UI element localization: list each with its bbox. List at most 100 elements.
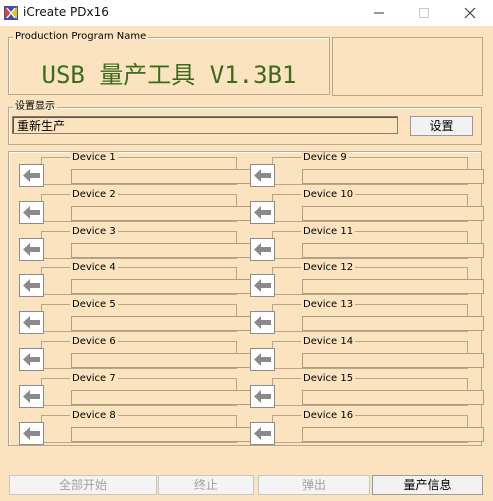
production-program-group: Production Program Name USB 量产工具 V1.3B1 <box>8 31 330 95</box>
settings-legend: 设置显示 <box>15 101 55 112</box>
device-arrow-button[interactable] <box>19 164 44 187</box>
minimize-icon <box>374 12 384 14</box>
device-slot: Device 5 <box>19 299 253 335</box>
device-arrow-button[interactable] <box>250 274 275 298</box>
device-status-field <box>302 242 484 258</box>
device-group: Device 7 <box>41 372 253 406</box>
device-status-field <box>71 279 253 295</box>
device-status-field <box>71 242 253 258</box>
device-status-field <box>71 316 253 332</box>
device-arrow-button[interactable] <box>250 348 275 371</box>
device-arrow-button[interactable] <box>19 384 44 408</box>
arrow-left-icon <box>23 279 40 293</box>
device-slot: Device 13 <box>250 299 484 335</box>
device-group: Device 1 <box>41 152 253 185</box>
device-label: Device 8 <box>70 409 118 422</box>
close-button[interactable] <box>447 0 493 26</box>
device-arrow-button[interactable] <box>19 237 44 261</box>
arrow-left-icon <box>254 169 271 182</box>
arrow-left-icon <box>254 353 271 366</box>
device-status-field <box>302 353 484 368</box>
device-group: Device 9 <box>272 152 484 185</box>
device-arrow-button[interactable] <box>250 384 275 408</box>
arrow-left-icon <box>254 279 271 293</box>
device-group: Device 4 <box>41 262 253 296</box>
device-status-field <box>302 169 484 184</box>
device-label: Device 10 <box>301 188 356 201</box>
device-group: Device 12 <box>272 262 484 296</box>
device-group: Device 2 <box>41 188 253 222</box>
device-slot: Device 12 <box>250 262 484 298</box>
device-slot: Device 9 <box>250 152 484 187</box>
device-slot: Device 7 <box>19 372 253 408</box>
arrow-left-icon <box>23 389 40 403</box>
device-label: Device 12 <box>301 262 356 275</box>
device-label: Device 11 <box>301 225 356 238</box>
settings-button[interactable]: 设置 <box>410 116 473 136</box>
device-group: Device 13 <box>272 299 484 333</box>
arrow-left-icon <box>254 205 271 219</box>
device-arrow-button[interactable] <box>250 311 275 335</box>
device-label: Device 2 <box>70 188 118 201</box>
arrow-left-icon <box>23 353 40 366</box>
arrow-left-icon <box>23 242 40 256</box>
device-label: Device 14 <box>301 336 356 348</box>
app-window: iCreate PDx16 Production Program Name US… <box>0 0 493 501</box>
device-status-field <box>71 205 253 221</box>
device-group: Device 5 <box>41 299 253 333</box>
device-arrow-button[interactable] <box>19 421 44 445</box>
eject-button[interactable]: 弹出 <box>258 475 370 495</box>
device-arrow-button[interactable] <box>19 274 44 298</box>
start-all-button[interactable]: 全部开始 <box>9 475 157 495</box>
device-label: Device 6 <box>70 336 118 348</box>
device-status-field <box>302 279 484 295</box>
device-group: Device 10 <box>272 188 484 222</box>
device-slot: Device 8 <box>19 409 253 445</box>
device-label: Device 5 <box>70 299 118 312</box>
maximize-button[interactable] <box>401 0 447 26</box>
device-status-field <box>71 169 253 184</box>
device-status-field <box>71 353 253 368</box>
arrow-left-icon <box>254 389 271 403</box>
device-arrow-button[interactable] <box>250 237 275 261</box>
settings-display-field: 重新生产 <box>12 116 398 134</box>
device-status-field <box>302 316 484 332</box>
device-arrow-button[interactable] <box>250 421 275 445</box>
device-arrow-button[interactable] <box>19 200 44 224</box>
arrow-left-icon <box>254 316 271 330</box>
minimize-button[interactable] <box>356 0 402 26</box>
arrow-left-icon <box>254 426 271 440</box>
device-status-field <box>302 389 484 405</box>
device-slot: Device 1 <box>19 152 253 187</box>
device-slot: Device 4 <box>19 262 253 298</box>
device-arrow-button[interactable] <box>250 200 275 224</box>
arrow-left-icon <box>23 205 40 219</box>
stop-button[interactable]: 终止 <box>158 475 254 495</box>
arrow-left-icon <box>23 316 40 330</box>
window-title: iCreate PDx16 <box>23 5 109 19</box>
device-label: Device 15 <box>301 372 356 385</box>
device-arrow-button[interactable] <box>19 311 44 335</box>
maximize-icon <box>419 8 429 18</box>
title-bar[interactable]: iCreate PDx16 <box>0 0 493 26</box>
device-status-field <box>71 426 253 442</box>
device-slot: Device 11 <box>250 225 484 261</box>
device-slot: Device 10 <box>250 188 484 224</box>
close-icon <box>464 7 476 19</box>
app-logo-icon <box>4 6 18 20</box>
device-label: Device 13 <box>301 299 356 312</box>
device-arrow-button[interactable] <box>19 348 44 371</box>
device-slot: Device 6 <box>19 336 253 371</box>
device-status-field <box>71 389 253 405</box>
device-status-field <box>302 426 484 442</box>
device-slot: Device 3 <box>19 225 253 261</box>
device-arrow-button[interactable] <box>250 164 275 187</box>
production-info-button[interactable]: 量产信息 <box>372 475 483 495</box>
device-slot: Device 15 <box>250 372 484 408</box>
device-status-field <box>302 205 484 221</box>
arrow-left-icon <box>254 242 271 256</box>
production-program-legend: Production Program Name <box>15 31 147 42</box>
device-group: Device 14 <box>272 336 484 369</box>
device-label: Device 7 <box>70 372 118 385</box>
device-slot: Device 14 <box>250 336 484 371</box>
